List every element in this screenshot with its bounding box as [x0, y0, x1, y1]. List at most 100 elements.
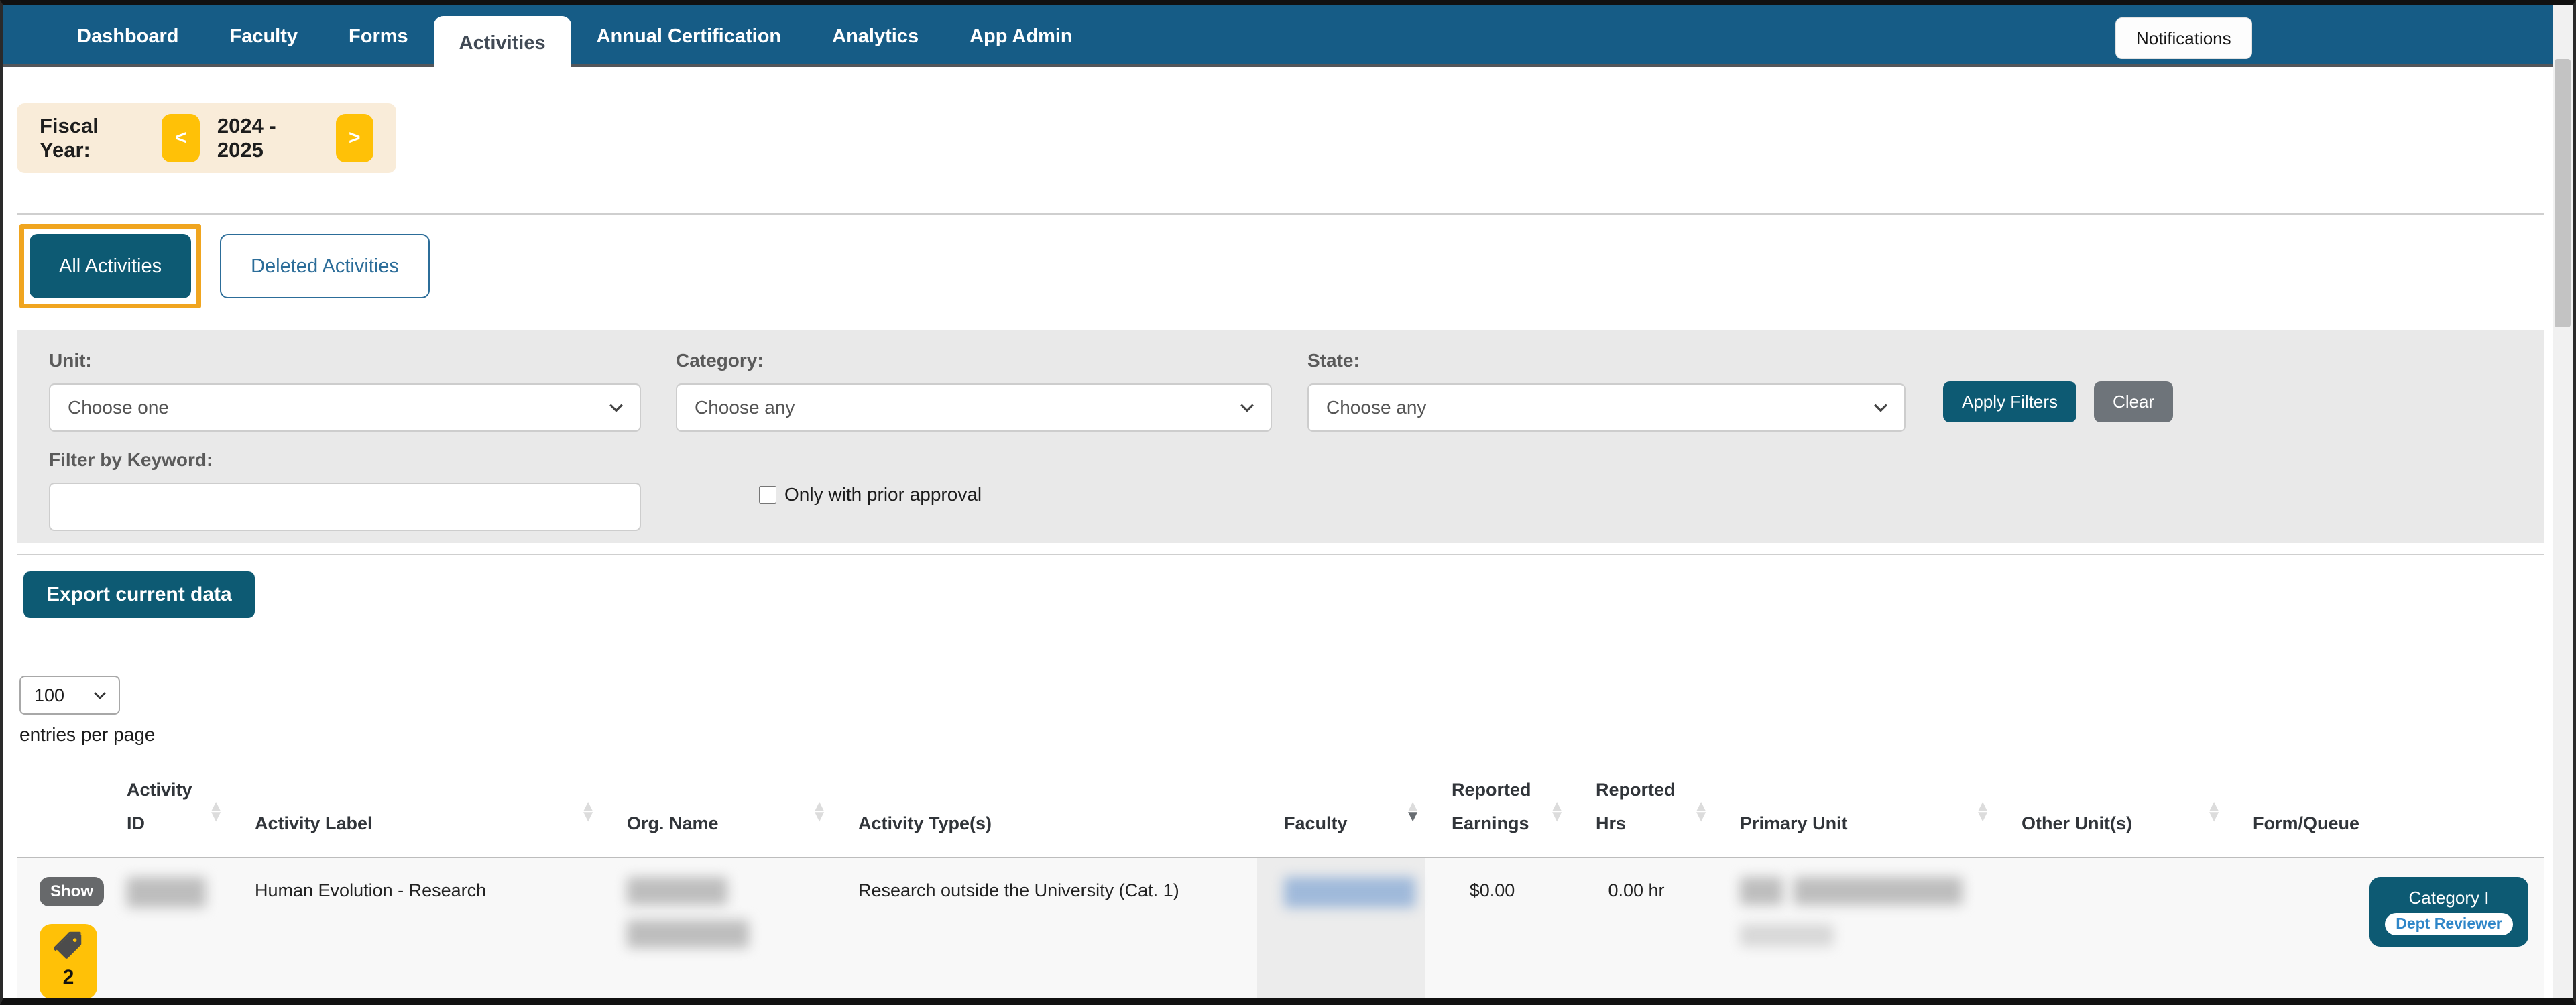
col-other-units[interactable]: Other Unit(s) ▲ ▼ [1995, 774, 2226, 858]
category-select[interactable]: Choose any [676, 383, 1272, 432]
queue-pill[interactable]: Dept Reviewer [2385, 912, 2513, 935]
category-label: Category: [676, 350, 764, 371]
redacted-org-name [627, 919, 749, 948]
nav-item-dashboard[interactable]: Dashboard [52, 5, 204, 67]
apply-filters-button[interactable]: Apply Filters [1943, 381, 2077, 422]
tab-deleted-activities[interactable]: Deleted Activities [220, 234, 430, 298]
other-units-cell [1995, 858, 2226, 998]
filter-actions: Apply Filters Clear [1943, 381, 2174, 422]
fiscal-year-value: 2024 - 2025 [217, 114, 276, 162]
notifications-button[interactable]: Notifications [2115, 17, 2252, 59]
tags-icon [54, 931, 82, 959]
chevron-down-icon [1240, 404, 1254, 412]
view-tabs: All Activities Deleted Activities [19, 224, 2544, 308]
prior-approval-group: Only with prior approval [759, 484, 982, 506]
nav-item-forms[interactable]: Forms [323, 5, 434, 67]
table-header-row: Activity ID ▲ ▼ Activity Label ▲ ▼ Org. Name… [17, 774, 2544, 858]
keyword-input[interactable] [49, 483, 641, 531]
nav-item-activities[interactable]: Activities [433, 16, 571, 72]
state-filter-group: State: Choose any [1307, 350, 1906, 432]
activity-id-cell [117, 858, 228, 998]
entries-per-page-label: entries per page [19, 724, 156, 745]
col-form-queue: Form/Queue [2226, 774, 2544, 858]
sort-arrows[interactable]: ▲ ▼ [1693, 799, 1709, 825]
tab-all-activities[interactable]: All Activities [30, 234, 192, 298]
page-size-select[interactable]: 100 [19, 676, 120, 715]
category-select-value: Choose any [695, 397, 795, 418]
redacted-primary-unit [1740, 923, 1834, 947]
form-queue-badge[interactable]: Category I Dept Reviewer [2369, 876, 2528, 947]
sort-arrows[interactable]: ▲ ▼ [208, 799, 224, 825]
reported-hrs-cell: 0.00 hr [1608, 880, 1665, 900]
sort-arrows[interactable]: ▲ ▼ [2206, 799, 2222, 825]
nav-item-faculty[interactable]: Faculty [204, 5, 323, 67]
state-select-value: Choose any [1326, 397, 1427, 418]
col-org-name[interactable]: Org. Name ▲ ▼ [600, 774, 831, 858]
unit-filter-group: Unit: Choose one [49, 350, 641, 432]
section-divider [17, 213, 2544, 215]
redacted-activity-id [127, 876, 206, 908]
show-row-button[interactable]: Show [40, 876, 104, 906]
form-category-label: Category I [2408, 887, 2490, 908]
activity-label-cell: Human Evolution - Research [255, 880, 487, 900]
col-activity-label[interactable]: Activity Label ▲ ▼ [228, 774, 600, 858]
attachments-badge[interactable]: 2 [40, 923, 97, 998]
sort-arrows[interactable]: ▲ ▼ [1549, 799, 1565, 825]
activities-table: Activity ID ▲ ▼ Activity Label ▲ ▼ Org. Name… [17, 774, 2544, 998]
col-actions [17, 774, 117, 858]
fiscal-year-prev-button[interactable]: < [162, 114, 200, 162]
unit-label: Unit: [49, 350, 92, 371]
reported-earnings-cell: $0.00 [1469, 880, 1515, 900]
redacted-primary-unit [1740, 876, 1783, 905]
category-filter-group: Category: Choose any [676, 350, 1272, 432]
keyword-label: Filter by Keyword: [49, 449, 213, 470]
primary-unit-cell [1713, 858, 1995, 998]
faculty-cell [1257, 857, 1425, 998]
nav-item-app-admin[interactable]: App Admin [944, 5, 1098, 67]
sort-arrows[interactable]: ▲ ▼ [1975, 799, 1991, 825]
fiscal-year-label: Fiscal Year: [40, 114, 99, 162]
sort-arrows[interactable]: ▲ ▼ [1405, 799, 1421, 825]
form-queue-cell: Category I Dept Reviewer [2226, 858, 2544, 998]
nav-item-annual-certification[interactable]: Annual Certification [571, 5, 807, 67]
scrollbar-thumb[interactable] [2555, 59, 2571, 327]
fiscal-year-bar: Fiscal Year: < 2024 - 2025 > [17, 103, 396, 173]
clear-filters-button[interactable]: Clear [2094, 381, 2174, 422]
nav-item-analytics[interactable]: Analytics [807, 5, 944, 67]
actions-cell: Show 2 [17, 858, 117, 998]
col-reported-hrs[interactable]: Reported Hrs ▲ ▼ [1569, 774, 1713, 858]
prior-approval-label: Only with prior approval [784, 484, 982, 505]
col-reported-earnings[interactable]: Reported Earnings ▲ ▼ [1425, 774, 1569, 858]
fiscal-year-next-button[interactable]: > [335, 114, 373, 162]
redacted-org-name [627, 876, 727, 905]
activity-types-cell: Research outside the University (Cat. 1) [858, 880, 1179, 900]
export-data-button[interactable]: Export current data [23, 571, 255, 618]
vertical-scrollbar[interactable] [2553, 5, 2573, 998]
sort-arrows[interactable]: ▲ ▼ [580, 799, 596, 825]
page-size-value: 100 [34, 685, 65, 705]
col-faculty[interactable]: Faculty ▲ ▼ [1257, 774, 1425, 858]
sort-arrows[interactable]: ▲ ▼ [811, 799, 827, 825]
chevron-down-icon [609, 404, 623, 412]
page-size-control: 100 entries per page [19, 676, 2544, 746]
attachments-count: 2 [62, 965, 74, 988]
chevron-down-icon [94, 692, 106, 699]
app-window: Dashboard Faculty Forms Activities Annua… [0, 0, 2576, 1005]
table-row: Show 2 Human Evolution - Research Resear… [17, 857, 2544, 998]
unit-select-value: Choose one [68, 397, 170, 418]
state-select[interactable]: Choose any [1307, 383, 1906, 432]
filter-panel: Unit: Choose one Category: Choose any St… [17, 330, 2544, 543]
page-content: Fiscal Year: < 2024 - 2025 > All Activit… [17, 103, 2544, 998]
redacted-primary-unit [1794, 876, 1963, 905]
unit-select[interactable]: Choose one [49, 383, 641, 432]
chevron-down-icon [1874, 404, 1887, 412]
top-navbar: Dashboard Faculty Forms Activities Annua… [3, 5, 2553, 72]
redacted-faculty-link[interactable] [1284, 876, 1415, 908]
org-name-cell [600, 858, 831, 998]
state-label: State: [1307, 350, 1360, 371]
col-primary-unit[interactable]: Primary Unit ▲ ▼ [1713, 774, 1995, 858]
col-activity-id[interactable]: Activity ID ▲ ▼ [117, 774, 228, 858]
prior-approval-checkbox[interactable] [759, 486, 776, 504]
keyword-filter-group: Filter by Keyword: [49, 449, 641, 531]
section-divider [17, 554, 2544, 555]
